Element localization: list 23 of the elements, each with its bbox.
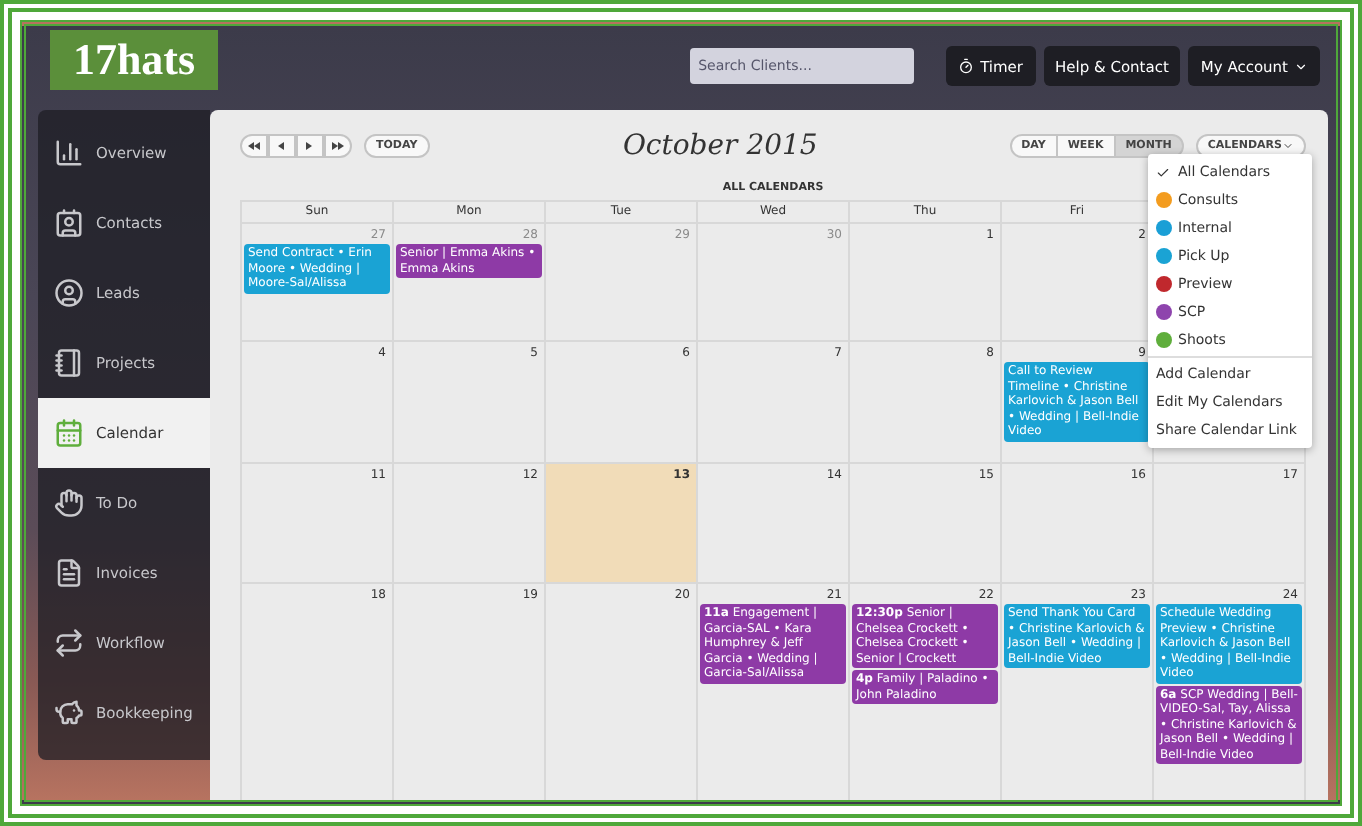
month-title: October 2015 bbox=[620, 130, 820, 162]
stopwatch-icon bbox=[958, 58, 975, 74]
left-arrow-icon bbox=[247, 142, 261, 150]
caret-icon bbox=[1282, 140, 1294, 152]
contact-card-icon bbox=[54, 208, 84, 238]
calendar-icon bbox=[54, 418, 84, 448]
next-button[interactable] bbox=[296, 134, 324, 158]
bar-chart-icon bbox=[54, 138, 84, 168]
first-button[interactable] bbox=[240, 134, 268, 158]
repeat-icon bbox=[54, 628, 84, 658]
right-arrow-icon bbox=[306, 142, 314, 150]
caret-icon bbox=[1294, 59, 1308, 73]
left-arrow-icon bbox=[278, 142, 286, 150]
document-icon bbox=[54, 558, 84, 588]
check-icon bbox=[1156, 165, 1170, 179]
person-icon bbox=[54, 278, 84, 308]
notebook-icon bbox=[54, 348, 84, 378]
hand-icon bbox=[54, 488, 84, 518]
last-button[interactable] bbox=[324, 134, 352, 158]
piggy-bank-icon bbox=[54, 698, 84, 728]
right-arrow-icon bbox=[331, 142, 345, 150]
previous-button[interactable] bbox=[268, 134, 296, 158]
logo[interactable]: 17hats bbox=[50, 30, 218, 90]
